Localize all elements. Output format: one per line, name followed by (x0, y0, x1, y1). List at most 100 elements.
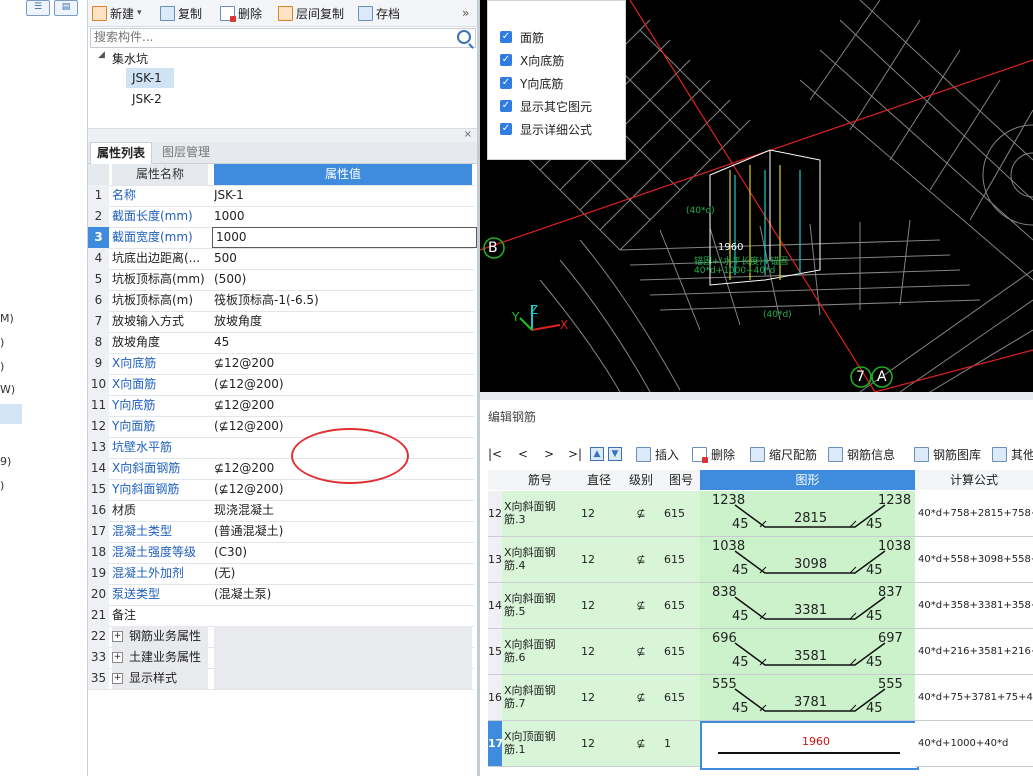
rebar-diameter[interactable]: 12 (578, 491, 624, 537)
rebar-figure-number[interactable]: 615 (662, 537, 703, 583)
rebar-diameter[interactable]: 12 (578, 721, 624, 767)
rebar-figure-number[interactable]: 615 (662, 629, 703, 675)
new-button[interactable]: 新建 ▾ (92, 4, 142, 22)
property-row[interactable]: 20 泵送类型 (混凝土泵) (88, 584, 474, 606)
rebar-shape-cell[interactable]: 555 555 3781 45 45 (700, 675, 916, 721)
rebar-figure-number[interactable]: 1 (662, 721, 703, 767)
property-value[interactable]: (500) (214, 269, 472, 290)
property-row[interactable]: 17 混凝土类型 (普通混凝土) (88, 521, 474, 543)
editor-toolbar-button[interactable]: 插入 (636, 444, 679, 464)
rebar-shape-cell[interactable]: 838 837 3381 45 45 (700, 583, 916, 629)
property-row[interactable]: 16 材质 现浇混凝土 (88, 500, 474, 522)
property-value[interactable]: (普通混凝土) (214, 521, 472, 542)
rebar-formula[interactable]: 40*d+758+2815+758+4 (915, 491, 1033, 537)
editor-toolbar-button[interactable]: 其他 (992, 444, 1033, 464)
rebar-diameter[interactable]: 12 (578, 583, 624, 629)
property-row[interactable]: 15 Y向斜面钢筋 (⊈12@200) (88, 479, 474, 501)
tree-item-jsk2[interactable]: JSK-2 (132, 92, 162, 106)
property-value[interactable]: (混凝土泵) (214, 584, 472, 605)
rebar-formula[interactable]: 40*d+216+3581+216+4 (915, 629, 1033, 675)
editor-toolbar-button[interactable]: 钢筋信息 (828, 444, 895, 464)
property-value[interactable]: (⊈12@200) (214, 374, 472, 395)
tree-expand-icon[interactable]: ◢ (98, 50, 105, 60)
rebar-name-cell[interactable]: X向斜面钢筋.4 (502, 537, 579, 583)
property-value[interactable] (214, 647, 472, 668)
property-row[interactable]: 9 X向底筋 ⊈12@200 (88, 353, 474, 375)
property-row[interactable]: 12 Y向面筋 (⊈12@200) (88, 416, 474, 438)
property-row[interactable]: 13 坑壁水平筋 (88, 437, 474, 459)
rebar-row[interactable]: 16 X向斜面钢筋.7 12 ⊈ 615 555 555 3781 45 45 40*d+75+37… (488, 675, 1033, 721)
rebar-name-cell[interactable]: X向斜面钢筋.5 (502, 583, 579, 629)
property-row[interactable]: 19 混凝土外加剂 (无) (88, 563, 474, 585)
rebar-row[interactable]: 14 X向斜面钢筋.5 12 ⊈ 615 838 837 3381 45 45 40*d+358+3… (488, 583, 1033, 629)
editor-toolbar-button[interactable]: < (518, 444, 528, 464)
property-value[interactable] (214, 605, 472, 626)
rebar-row[interactable]: 15 X向斜面钢筋.6 12 ⊈ 615 696 697 3581 45 45 40*d+216+3… (488, 629, 1033, 675)
list-view-icon[interactable]: ☰ (26, 0, 50, 16)
property-row[interactable]: 5 坑板顶标高(mm) (500) (88, 269, 474, 291)
property-value[interactable]: 1000 (214, 206, 472, 227)
property-value[interactable]: JSK-1 (214, 185, 472, 206)
property-row[interactable]: 3 截面宽度(mm) 1000 (88, 227, 477, 249)
property-row[interactable]: 22 + 钢筋业务属性 (88, 626, 474, 648)
display-option-checkbox[interactable]: ✓ 显示详细公式 (500, 121, 592, 137)
property-row[interactable]: 2 截面长度(mm) 1000 (88, 206, 474, 228)
property-value-editor[interactable]: 1000 (212, 227, 477, 248)
rebar-name-cell[interactable]: X向斜面钢筋.6 (502, 629, 579, 675)
property-row[interactable]: 14 X向斜面钢筋 ⊈12@200 (88, 458, 474, 480)
display-option-checkbox[interactable]: ✓ Y向底筋 (500, 75, 563, 91)
property-row[interactable]: 10 X向面筋 (⊈12@200) (88, 374, 474, 396)
property-row[interactable]: 4 坑底出边距离(... 500 (88, 248, 474, 270)
property-value[interactable]: 放坡角度 (214, 311, 472, 332)
search-field[interactable] (90, 28, 476, 48)
rebar-diameter[interactable]: 12 (578, 537, 624, 583)
close-icon[interactable]: × (464, 129, 472, 140)
copy-layers-button[interactable]: 层间复制 (278, 4, 344, 22)
property-row[interactable]: 33 + 土建业务属性 (88, 647, 474, 669)
checkbox-checked-icon[interactable]: ✓ (500, 54, 512, 66)
rebar-name-cell[interactable]: X向斜面钢筋.7 (502, 675, 579, 721)
editor-toolbar-button[interactable]: |< (488, 444, 502, 464)
rebar-name-cell[interactable]: X向斜面钢筋.3 (502, 491, 579, 537)
rebar-shape-cell[interactable]: 1238 1238 2815 45 45 (700, 491, 916, 537)
move-down-icon[interactable]: ▼ (608, 444, 622, 464)
rebar-formula[interactable]: 40*d+1000+40*d (915, 721, 1033, 767)
document-icon[interactable]: ▤ (54, 0, 78, 16)
rebar-diameter[interactable]: 12 (578, 675, 624, 721)
display-option-checkbox[interactable]: ✓ X向底筋 (500, 52, 564, 68)
rebar-grade[interactable]: ⊈ (620, 721, 663, 767)
property-value[interactable]: (无) (214, 563, 472, 584)
panel-splitter[interactable]: × (88, 128, 478, 143)
delete-button[interactable]: 删除 (220, 4, 262, 22)
rebar-name-cell[interactable]: X向顶面钢筋.1 (502, 721, 579, 767)
move-up-icon[interactable]: ▲ (590, 444, 604, 464)
rebar-grade[interactable]: ⊈ (620, 537, 663, 583)
rebar-grade[interactable]: ⊈ (620, 675, 663, 721)
property-value[interactable] (214, 668, 472, 689)
property-value[interactable]: ⊈12@200 (214, 353, 472, 374)
rebar-formula[interactable]: 40*d+358+3381+358+4 (915, 583, 1033, 629)
property-row[interactable]: 21 备注 (88, 605, 474, 627)
rebar-shape-cell[interactable]: 1960 (700, 721, 919, 770)
viewport-separator[interactable] (480, 392, 1033, 400)
tree-group-label[interactable]: 集水坑 (112, 50, 148, 67)
expand-plus-icon[interactable]: + (112, 673, 123, 684)
property-row[interactable]: 18 混凝土强度等级 (C30) (88, 542, 474, 564)
editor-toolbar-button[interactable]: 钢筋图库 (914, 444, 981, 464)
checkbox-checked-icon[interactable]: ✓ (500, 123, 512, 135)
property-value[interactable] (214, 626, 472, 647)
copy-button[interactable]: 复制 (160, 4, 202, 22)
checkbox-checked-icon[interactable]: ✓ (500, 77, 512, 89)
rebar-figure-number[interactable]: 615 (662, 583, 703, 629)
property-row[interactable]: 6 坑板顶标高(m) 筏板顶标高-1(-6.5) (88, 290, 474, 312)
property-value[interactable]: 现浇混凝土 (214, 500, 472, 521)
rebar-formula[interactable]: 40*d+75+3781+75+40* (915, 675, 1033, 721)
rebar-diameter[interactable]: 12 (578, 629, 624, 675)
editor-toolbar-button[interactable]: 删除 (692, 444, 735, 464)
property-value[interactable]: ⊈12@200 (214, 395, 472, 416)
search-icon[interactable] (457, 30, 471, 44)
expand-plus-icon[interactable]: + (112, 631, 123, 642)
expand-plus-icon[interactable]: + (112, 652, 123, 663)
property-value[interactable]: 筏板顶标高-1(-6.5) (214, 290, 472, 311)
display-option-checkbox[interactable]: ✓ 面筋 (500, 29, 544, 45)
